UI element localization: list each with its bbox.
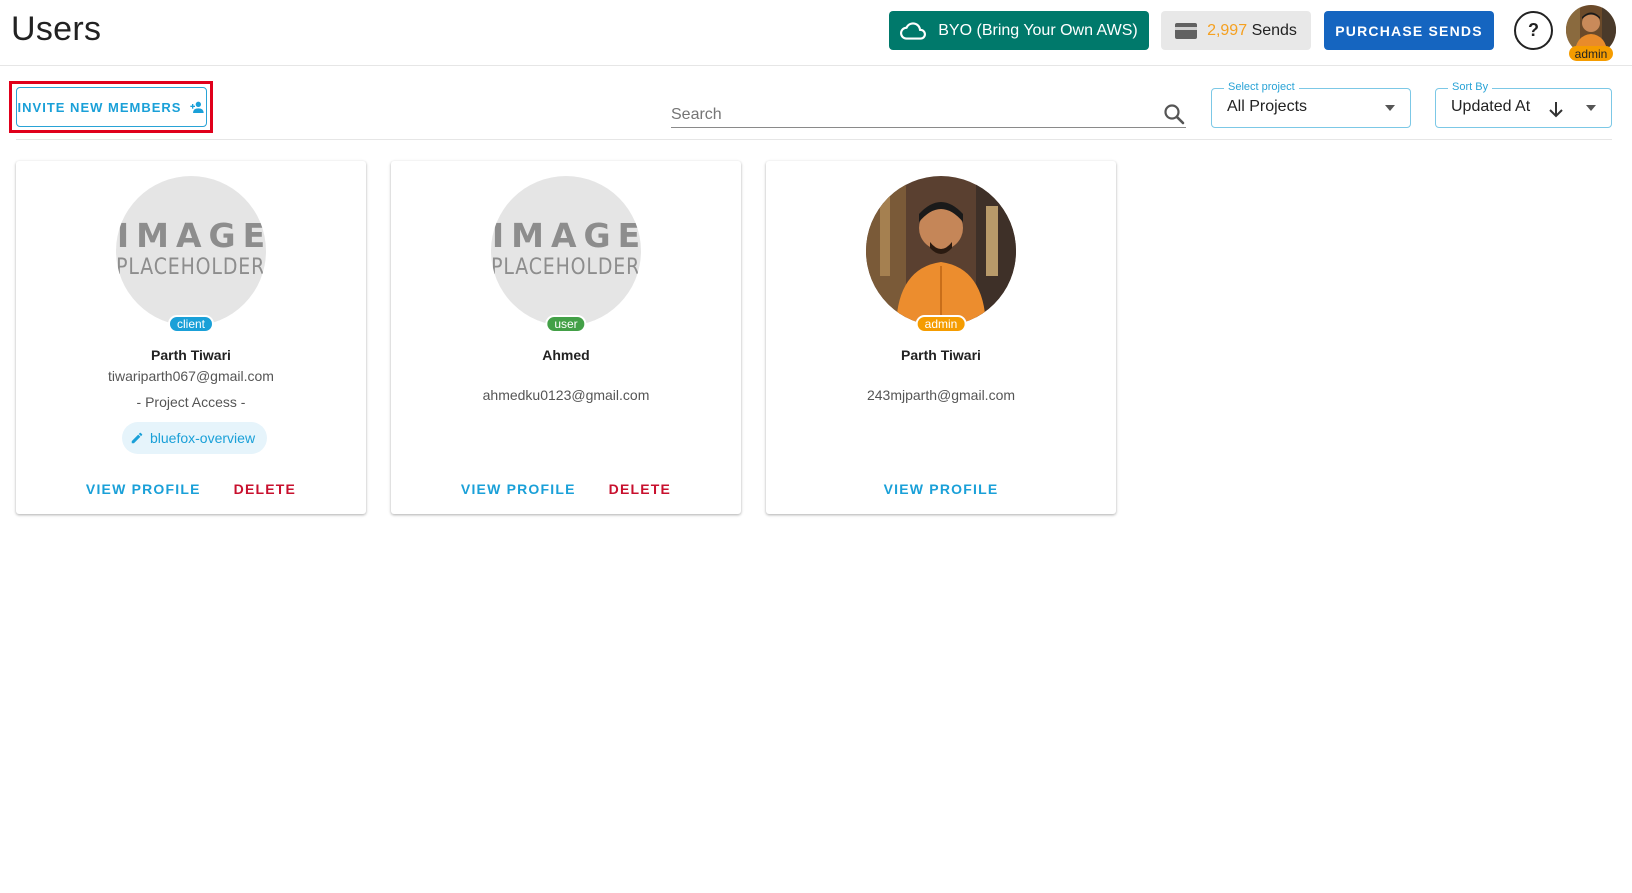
sort-select-legend: Sort By: [1448, 81, 1493, 93]
caret-down-icon: [1385, 105, 1395, 111]
byo-aws-button[interactable]: BYO (Bring Your Own AWS): [889, 11, 1149, 50]
user-name: Ahmed: [542, 347, 590, 363]
arrow-down-icon[interactable]: [1547, 99, 1565, 119]
card-actions: VIEW PROFILE DELETE: [16, 481, 366, 497]
sends-count: 2,997: [1207, 21, 1248, 39]
project-chip[interactable]: bluefox-overview: [122, 422, 268, 454]
avatar: IMAGE PLACEHOLDER: [116, 176, 266, 326]
placeholder-text: PLACEHOLDER: [116, 255, 266, 280]
sort-select-value: Updated At: [1451, 98, 1531, 115]
help-icon: ?: [1528, 20, 1539, 40]
user-card: IMAGE PLACEHOLDER user Ahmed ahmedku0123…: [391, 161, 741, 514]
role-badge: user: [545, 315, 587, 333]
search-field: [671, 100, 1186, 128]
user-email: tiwariparth067@gmail.com: [108, 368, 274, 384]
byo-aws-label: BYO (Bring Your Own AWS): [938, 21, 1138, 39]
pencil-icon: [131, 432, 143, 444]
cloud-icon: [900, 21, 927, 40]
delete-button[interactable]: DELETE: [234, 481, 296, 497]
role-badge: client: [167, 315, 215, 333]
user-card: admin Parth Tiwari 243mjparth@gmail.com …: [766, 161, 1116, 514]
project-select[interactable]: Select project All Projects: [1211, 81, 1411, 128]
user-email: ahmedku0123@gmail.com: [482, 387, 650, 403]
toolbar-divider: [16, 139, 1612, 140]
placeholder-text: PLACEHOLDER: [491, 255, 641, 280]
project-chip-label: bluefox-overview: [150, 430, 256, 446]
avatar: [866, 176, 1016, 326]
card-actions: VIEW PROFILE: [766, 481, 1116, 497]
invite-new-members-button[interactable]: INVITE NEW MEMBERS: [16, 87, 207, 127]
user-card: IMAGE PLACEHOLDER client Parth Tiwari ti…: [16, 161, 366, 514]
caret-down-icon: [1586, 105, 1596, 111]
user-name: Parth Tiwari: [901, 347, 981, 363]
app-header: Users BYO (Bring Your Own AWS) 2,997 Sen…: [0, 0, 1632, 66]
user-photo: [866, 176, 1016, 326]
sort-select[interactable]: Sort By Updated At: [1435, 81, 1612, 128]
delete-button[interactable]: DELETE: [609, 481, 671, 497]
project-select-value: All Projects: [1227, 98, 1308, 115]
user-email: 243mjparth@gmail.com: [866, 387, 1016, 403]
view-profile-button[interactable]: VIEW PROFILE: [461, 481, 576, 497]
sends-balance: 2,997 Sends: [1161, 11, 1311, 50]
project-access-label: - Project Access -: [136, 394, 246, 410]
user-name: Parth Tiwari: [151, 347, 231, 363]
person-add-icon: [190, 101, 205, 113]
project-select-legend: Select project: [1224, 81, 1299, 93]
role-badge: admin: [915, 315, 967, 333]
search-icon[interactable]: [1162, 102, 1186, 126]
search-input[interactable]: [671, 104, 1151, 126]
help-button[interactable]: ?: [1514, 11, 1553, 50]
current-user-role-badge: admin: [1569, 46, 1613, 61]
sends-label: Sends: [1251, 21, 1297, 39]
credit-card-icon: [1175, 22, 1198, 39]
invite-label: INVITE NEW MEMBERS: [17, 99, 182, 115]
view-profile-button[interactable]: VIEW PROFILE: [884, 481, 999, 497]
placeholder-text: IMAGE: [491, 216, 641, 255]
avatar: IMAGE PLACEHOLDER: [491, 176, 641, 326]
view-profile-button[interactable]: VIEW PROFILE: [86, 481, 201, 497]
purchase-sends-button[interactable]: PURCHASE SENDS: [1324, 11, 1494, 50]
card-actions: VIEW PROFILE DELETE: [391, 481, 741, 497]
page-title: Users: [11, 10, 102, 48]
placeholder-text: IMAGE: [116, 216, 266, 255]
